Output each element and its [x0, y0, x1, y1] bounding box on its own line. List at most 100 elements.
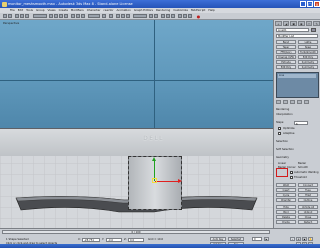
weld-button[interactable]: Weld	[276, 183, 296, 187]
play-icon[interactable]: ▶	[264, 237, 269, 241]
rollout-soft-selection[interactable]: Soft Selection	[276, 148, 294, 151]
x-coordinate-field[interactable]: -28.751	[82, 238, 100, 242]
modifier-button[interactable]: Edit Poly	[298, 55, 318, 59]
optimize-checkbox[interactable]	[278, 127, 282, 131]
move-gizmo-x-arrow[interactable]	[178, 179, 182, 183]
align-icon[interactable]	[154, 14, 158, 18]
manipulate-icon[interactable]	[109, 14, 113, 18]
modifier-button[interactable]: Symmetry	[298, 65, 318, 69]
monitor-screen-mesh[interactable]	[0, 20, 273, 130]
material-editor-icon[interactable]	[178, 14, 182, 18]
monitor-bezel-mesh[interactable]	[0, 128, 273, 156]
automatic-welding-checkbox[interactable]	[290, 171, 294, 175]
modifier-list-dropdown[interactable]: Modifier List	[276, 34, 318, 38]
undo-icon[interactable]	[3, 14, 7, 18]
object-color-swatch[interactable]	[311, 28, 316, 32]
redo-icon[interactable]	[8, 14, 12, 18]
modifier-button[interactable]: TurboSmooth	[298, 50, 318, 54]
mirror-icon[interactable]	[149, 14, 153, 18]
unhide-all-button[interactable]: Unhide All	[298, 205, 318, 209]
selection-filter-dropdown[interactable]	[33, 14, 47, 18]
move-gizmo-center[interactable]	[152, 178, 157, 183]
fillet-button[interactable]: Fillet	[298, 193, 318, 197]
hide-button[interactable]: Hide	[276, 205, 296, 209]
close-button[interactable]: ×	[314, 1, 320, 7]
rollout-rendering[interactable]: Rendering	[276, 108, 289, 111]
outline-button[interactable]: Outline	[298, 198, 318, 202]
steps-spinner[interactable]: 6	[294, 121, 308, 126]
stack-item-line[interactable]: Line	[278, 74, 316, 78]
zoom-icon[interactable]: ⌕	[290, 237, 295, 241]
tab-hierarchy[interactable]: ▣	[290, 21, 298, 26]
pivot-center-icon[interactable]	[102, 14, 106, 18]
modifier-button[interactable]: Unwrap UVW	[276, 55, 296, 59]
viewport-label[interactable]: Perspective	[3, 21, 19, 25]
auto-key-button[interactable]: Auto Key	[210, 237, 226, 241]
fuse-button[interactable]: Fuse	[298, 188, 318, 192]
detach-button[interactable]: Detach	[298, 220, 318, 224]
tab-utilities[interactable]: ✎	[313, 21, 320, 26]
snap-toggle-icon[interactable]	[116, 14, 120, 18]
rectangular-selection-icon[interactable]	[59, 14, 63, 18]
percent-snap-icon[interactable]	[126, 14, 130, 18]
rollout-geometry[interactable]: Geometry	[276, 156, 289, 159]
y-coordinate-field[interactable]: -0.0	[106, 238, 122, 242]
close-spline-button[interactable]: Close	[298, 215, 318, 219]
minimize-button[interactable]: _	[300, 1, 306, 7]
selected-dropdown[interactable]: Selected	[228, 237, 244, 241]
window-crossing-icon[interactable]	[64, 14, 68, 18]
unlink-icon[interactable]	[20, 14, 24, 18]
make-unique-icon[interactable]	[290, 100, 295, 104]
remove-modifier-icon[interactable]	[297, 100, 302, 104]
configure-modifier-sets-icon[interactable]	[304, 100, 309, 104]
tab-create[interactable]: +	[275, 21, 282, 26]
divide-button[interactable]: Divide	[276, 220, 296, 224]
modifier-button[interactable]: Skew	[298, 45, 318, 49]
bind-button[interactable]: Bind	[276, 210, 296, 214]
unbind-button[interactable]: Unbind	[298, 210, 318, 214]
select-object-icon[interactable]	[49, 14, 53, 18]
perspective-viewport[interactable]: DELL Perspective	[0, 20, 273, 228]
pan-icon[interactable]: ✋	[308, 237, 313, 241]
render-scene-icon[interactable]	[183, 14, 187, 18]
modifier-button[interactable]: Symmetry	[298, 60, 318, 64]
radio-bezier[interactable]: Bezier	[298, 162, 306, 165]
modifier-button[interactable]: Extrude	[276, 60, 296, 64]
show-end-result-icon[interactable]	[283, 100, 288, 104]
reference-coordinate-dropdown[interactable]	[88, 14, 100, 18]
tab-modify[interactable]: ◢	[282, 21, 290, 26]
schematic-view-icon[interactable]	[171, 14, 175, 18]
rotate-icon[interactable]	[76, 14, 80, 18]
rollout-interpolation[interactable]: Interpolation	[276, 113, 293, 116]
curve-editor-icon[interactable]	[166, 14, 170, 18]
move-icon[interactable]	[71, 14, 75, 18]
radio-smooth[interactable]: Smooth	[298, 166, 308, 169]
z-coordinate-field[interactable]: 0.0	[128, 238, 144, 242]
radio-linear[interactable]: Linear	[278, 162, 286, 165]
tab-motion[interactable]: ◉	[298, 21, 305, 26]
quick-render-icon[interactable]	[188, 14, 192, 18]
move-gizmo-x-axis[interactable]	[155, 181, 179, 182]
maximize-button[interactable]: □	[307, 1, 313, 7]
teapot-render-icon[interactable]: ●	[196, 14, 201, 19]
modifier-button[interactable]: Lathe	[298, 40, 318, 44]
modifier-button[interactable]: FFD(box)	[276, 50, 296, 54]
modifier-button[interactable]: Edit Poly	[276, 65, 296, 69]
connect-button[interactable]: Connect	[298, 183, 318, 187]
bind-space-warp-icon[interactable]	[25, 14, 29, 18]
named-selection-sets-dropdown[interactable]	[133, 14, 147, 18]
zoom-all-icon[interactable]: ⊕	[296, 237, 301, 241]
insert-button[interactable]: Insert	[276, 188, 296, 192]
modifier-stack[interactable]: Line	[276, 72, 319, 98]
pin-stack-icon[interactable]	[276, 100, 281, 104]
adaptive-checkbox[interactable]	[278, 132, 281, 135]
object-name-field[interactable]: Line01	[276, 28, 309, 32]
link-icon[interactable]	[15, 14, 19, 18]
cycle-button[interactable]: Cycle	[276, 193, 296, 197]
chamfer-button[interactable]: Chamfer	[276, 198, 296, 202]
angle-snap-icon[interactable]	[121, 14, 125, 18]
scale-icon[interactable]	[81, 14, 85, 18]
move-gizmo-y-arrow[interactable]	[152, 157, 156, 161]
current-frame-field[interactable]: 0	[252, 237, 262, 241]
modifier-button[interactable]: Bend	[276, 40, 296, 44]
